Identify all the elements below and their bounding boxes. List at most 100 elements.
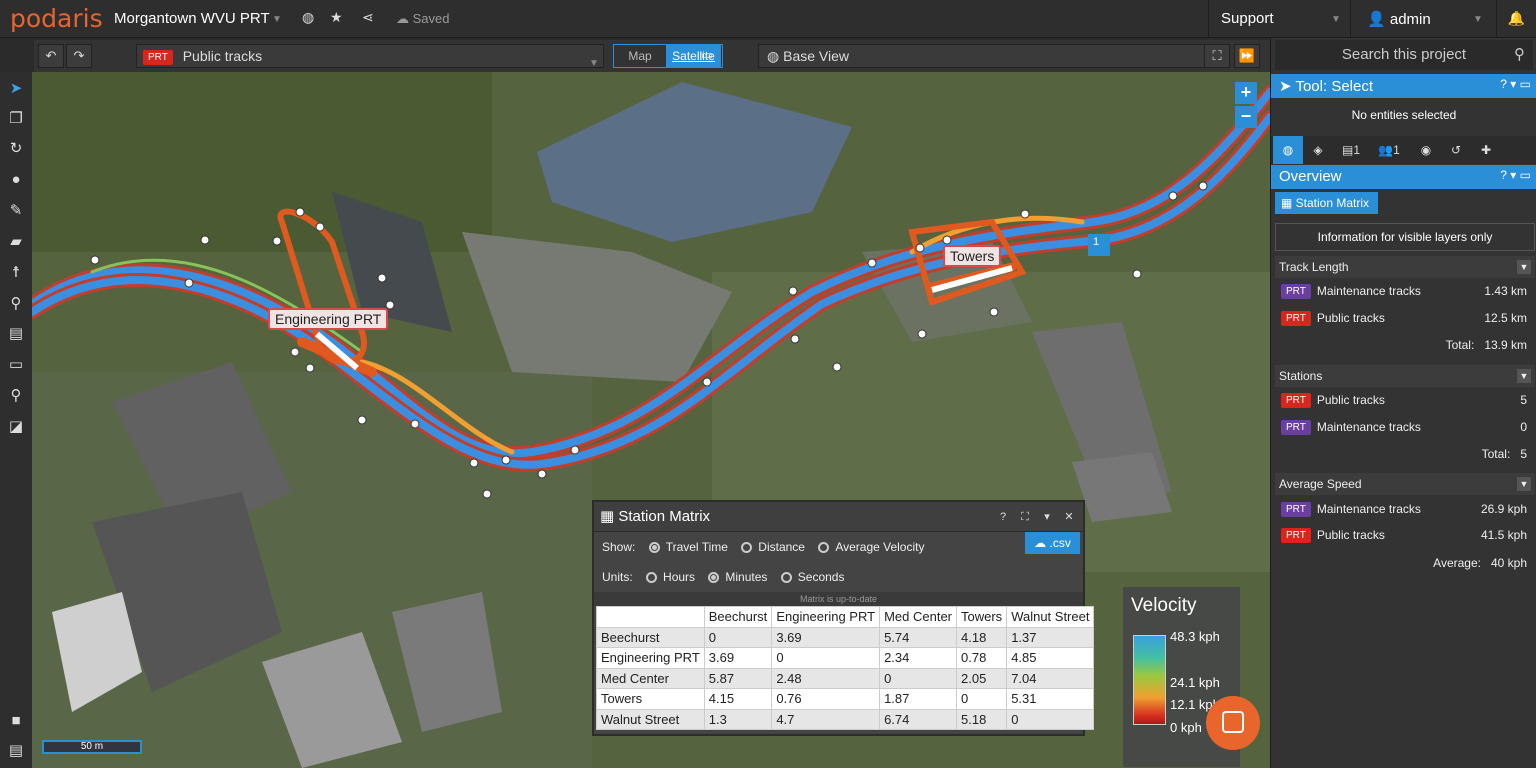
base-view-select[interactable]: ◍ Base View ▼ xyxy=(758,44,1230,69)
notifications-bell-icon[interactable]: 🔔 xyxy=(1496,0,1536,38)
draw-tool-icon[interactable]: ✎ xyxy=(0,196,32,226)
copy-tool-icon[interactable]: ❐ xyxy=(0,104,32,134)
table-cell: Med Center xyxy=(596,667,705,689)
intercom-chat-button[interactable] xyxy=(1206,696,1260,750)
cloud-download-icon: ☁ xyxy=(1034,536,1050,550)
help-icon[interactable]: ? xyxy=(994,508,1012,526)
station-matrix-window: ▦ Station Matrix ? ⛶ ▾ ✕ Show: Travel Ti… xyxy=(592,500,1095,736)
station-matrix-button[interactable]: ▦ Station Matrix xyxy=(1275,192,1378,214)
map-button[interactable]: Map xyxy=(614,45,666,67)
table-cell: 7.04 xyxy=(1006,667,1095,689)
chat-icon[interactable]: ▤ xyxy=(0,736,32,766)
tab-users[interactable]: 👥1 xyxy=(1369,136,1409,164)
column-header xyxy=(596,606,705,628)
table-cell: 0.76 xyxy=(771,688,881,710)
ruler-tool-icon[interactable]: ▭ xyxy=(0,350,32,380)
share-icon[interactable]: ⋖ xyxy=(362,9,374,26)
csv-download-button[interactable]: ☁ .csv xyxy=(1025,532,1080,554)
station-label-towers[interactable]: Towers xyxy=(943,245,1002,267)
chevron-down-icon: ▼ xyxy=(1473,14,1483,25)
chevron-down-icon[interactable]: ▼ xyxy=(1517,477,1531,491)
globe-icon[interactable]: ◍ xyxy=(302,9,314,26)
project-menu-chevron-icon[interactable]: ▼ xyxy=(272,14,282,25)
users-icon: 👥 xyxy=(1378,143,1394,157)
table-cell: 1.3 xyxy=(703,708,773,730)
tab-comments[interactable]: ▤1 xyxy=(1333,136,1369,164)
close-icon[interactable]: ✕ xyxy=(1060,508,1078,526)
forward-button[interactable]: ⏩ xyxy=(1234,44,1260,68)
zoom-out-button[interactable]: − xyxy=(1235,106,1257,128)
table-cell: 4.18 xyxy=(955,626,1008,648)
column-header: Walnut Street xyxy=(1006,606,1095,628)
prt-tag: PRT xyxy=(1281,393,1311,409)
comment-tool-icon[interactable]: ▤ xyxy=(0,319,32,349)
pin-tool-icon[interactable]: ● xyxy=(0,165,32,195)
tab-layers-icon[interactable]: ◈ xyxy=(1303,136,1333,164)
project-title[interactable]: Morgantown WVU PRT xyxy=(114,10,270,27)
section-average-speed[interactable]: Average Speed ▼ xyxy=(1275,473,1535,495)
column-header: Beechurst xyxy=(703,606,773,628)
search-input[interactable]: Search this project ⚲ xyxy=(1275,40,1533,70)
undo-button[interactable]: ↶ xyxy=(38,44,64,68)
table-cell: 5.31 xyxy=(1006,688,1095,710)
no-entities-message: No entities selected xyxy=(1351,108,1457,122)
walk-tool-icon[interactable]: ⚲ xyxy=(0,289,32,319)
tab-plugins-puzzle-icon[interactable]: ✚ xyxy=(1471,136,1501,164)
average-velocity-radio[interactable] xyxy=(818,542,830,554)
table-row: Walnut Street 1.3 4.7 6.74 5.18 0 xyxy=(596,708,1095,730)
table-cell: 5.74 xyxy=(879,626,957,648)
map-canvas[interactable]: Engineering PRT Towers 1 + − 50 m Veloci… xyxy=(32,72,1270,768)
chevron-down-icon[interactable]: ▼ xyxy=(1517,260,1531,274)
pedestrian-tool-icon[interactable]: ☨ xyxy=(0,258,32,288)
cloud-icon: ☁ xyxy=(396,11,413,26)
minutes-radio[interactable] xyxy=(708,572,720,584)
station-matrix-title: Station Matrix xyxy=(618,508,711,525)
layer-select[interactable]: PRT Public tracks ▼ xyxy=(136,44,604,69)
rotate-tool-icon[interactable]: ↻ xyxy=(0,134,32,164)
collapse-icon[interactable]: ▾ xyxy=(1038,508,1056,526)
hours-radio[interactable] xyxy=(646,572,658,584)
seconds-radio[interactable] xyxy=(780,572,792,584)
expand-icon[interactable]: ⛶ xyxy=(1016,508,1034,526)
station-label-engineering[interactable]: Engineering PRT xyxy=(268,308,389,330)
user-menu[interactable]: 👤 admin ▼ xyxy=(1350,0,1496,38)
globe-icon: ◍ xyxy=(767,48,784,64)
star-icon[interactable]: ★ xyxy=(330,9,343,26)
table-cell: Walnut Street xyxy=(596,708,705,730)
eraser-tool-icon[interactable]: ▰ xyxy=(0,227,32,257)
table-cell: 4.85 xyxy=(1006,647,1095,669)
video-icon[interactable]: ■ xyxy=(0,706,32,736)
list-item: PRT Maintenance tracks 26.9 kph xyxy=(1281,498,1527,520)
header-controls[interactable]: ? ▾ ▭ xyxy=(1500,168,1531,182)
table-row: Beechurst 0 3.69 5.74 4.18 1.37 xyxy=(596,626,1095,648)
fullscreen-button[interactable]: ⛶ xyxy=(1204,44,1230,68)
tab-visibility-eye-icon[interactable]: ◉ xyxy=(1411,136,1441,164)
table-cell: 3.69 xyxy=(703,647,773,669)
redo-button[interactable]: ↷ xyxy=(66,44,92,68)
search-icon[interactable]: ⚲ xyxy=(1514,40,1525,70)
support-menu[interactable]: Support ▼ xyxy=(1208,0,1348,38)
travel-time-radio[interactable] xyxy=(648,542,660,554)
header-controls[interactable]: ? ▾ ▭ xyxy=(1500,77,1531,91)
podaris-logo[interactable]: podaris xyxy=(10,4,103,33)
user-icon: 👤 xyxy=(1367,11,1386,28)
tool-sidebar: ➤ ❐ ↻ ● ✎ ▰ ☨ ⚲ ▤ ▭ ⚲ ◪ ■ ▤ xyxy=(0,72,32,768)
panel-tabs: ◍ ◈ ▤1 👥1 ◉ ↺ ✚ xyxy=(1271,136,1536,164)
prt-tag: PRT xyxy=(143,49,173,65)
chevron-down-icon[interactable]: ▼ xyxy=(1517,369,1531,383)
distance-radio[interactable] xyxy=(741,542,753,554)
section-stations[interactable]: Stations ▼ xyxy=(1275,365,1535,387)
search-tool-icon[interactable]: ⚲ xyxy=(0,381,32,411)
zoom-in-button[interactable]: + xyxy=(1235,82,1257,104)
table-cell: 5.87 xyxy=(703,667,773,689)
monitor-icon[interactable]: ▭ xyxy=(694,44,720,68)
tab-history-icon[interactable]: ↺ xyxy=(1441,136,1471,164)
table-cell: Engineering PRT xyxy=(596,647,705,669)
list-item: PRT Maintenance tracks 0 xyxy=(1281,416,1527,438)
section-track-length[interactable]: Track Length ▼ xyxy=(1275,256,1535,278)
tab-overview-globe-icon[interactable]: ◍ xyxy=(1273,136,1303,164)
layer-name: Public tracks xyxy=(182,48,263,64)
book-tool-icon[interactable]: ◪ xyxy=(0,412,32,442)
list-item: PRT Public tracks 41.5 kph xyxy=(1281,524,1527,546)
select-tool-icon[interactable]: ➤ xyxy=(0,74,32,104)
